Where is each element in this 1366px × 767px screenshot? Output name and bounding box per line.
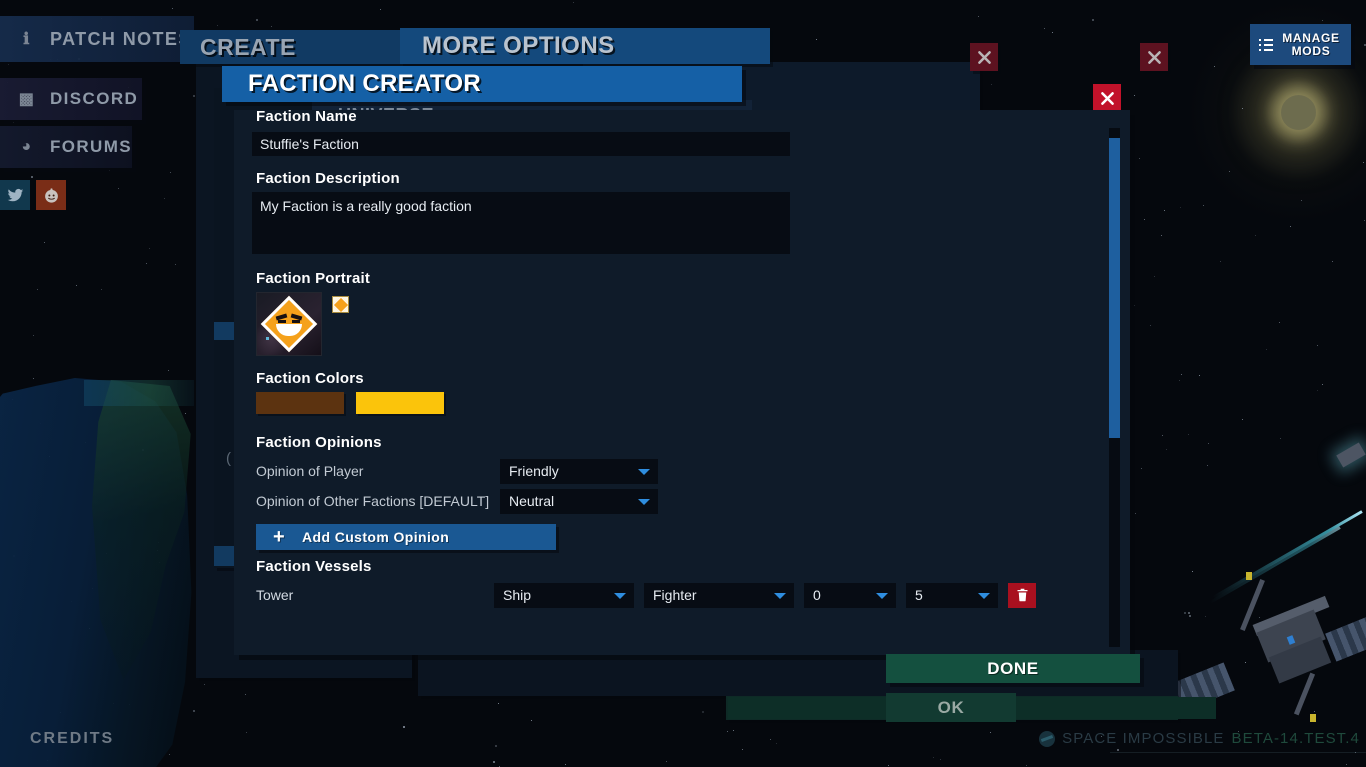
window-title-faction-creator[interactable]: FACTION CREATOR xyxy=(222,66,742,102)
dialog-scrollbar-thumb[interactable] xyxy=(1109,138,1120,438)
chevron-down-icon xyxy=(978,593,990,599)
faction-portrait-option[interactable] xyxy=(332,296,349,313)
menu-label-patch-notes: PATCH NOTES xyxy=(50,28,192,49)
faction-emblem-face xyxy=(271,306,307,342)
opinion-dropdown-player[interactable]: Friendly xyxy=(500,458,658,484)
game-logo-icon xyxy=(1039,730,1056,747)
opinion-value-other-factions: Neutral xyxy=(509,493,555,509)
vessel-type-value: Ship xyxy=(503,587,532,603)
version-divider xyxy=(1110,752,1366,753)
close-icon xyxy=(977,50,991,64)
vessel-name: Tower xyxy=(256,587,294,603)
station-light-lower xyxy=(1310,714,1316,722)
twitter-button[interactable] xyxy=(0,180,30,210)
faction-portrait-preview[interactable] xyxy=(256,292,322,356)
faction-portrait-row xyxy=(252,292,1112,356)
game-name: SPACE IMPOSSIBLE xyxy=(1062,730,1225,747)
add-custom-opinion-label: Add Custom Opinion xyxy=(302,529,450,545)
plus-icon: + xyxy=(272,525,286,548)
sun xyxy=(1281,95,1316,130)
info-icon: ℹ xyxy=(23,31,31,48)
vessel-row: Tower Ship Fighter 0 5 xyxy=(252,580,1112,610)
reddit-icon xyxy=(44,187,58,203)
planet-atmosphere-rim xyxy=(84,380,194,406)
ok-button[interactable]: OK xyxy=(886,693,1016,722)
vessel-class-value: Fighter xyxy=(653,587,697,603)
dialog-scrollbar-track[interactable] xyxy=(1109,128,1120,647)
label-faction-portrait: Faction Portrait xyxy=(256,270,371,287)
close-button-create[interactable] xyxy=(970,43,998,71)
opinion-row-other-factions: Opinion of Other Factions [DEFAULT] Neut… xyxy=(252,486,1112,516)
label-faction-opinions: Faction Opinions xyxy=(256,434,382,451)
faction-color-secondary[interactable] xyxy=(356,392,444,414)
forums-icon: ◕ xyxy=(21,138,33,155)
opinion-value-player: Friendly xyxy=(509,463,559,479)
chevron-down-icon xyxy=(774,593,786,599)
add-custom-opinion-button[interactable]: + Add Custom Opinion xyxy=(256,524,556,550)
vessel-max-value: 5 xyxy=(915,587,923,603)
label-faction-name: Faction Name xyxy=(256,110,357,125)
portrait-star-dot xyxy=(266,337,269,340)
solar-panel-right xyxy=(1325,604,1366,662)
vessel-class-dropdown[interactable]: Fighter xyxy=(644,582,794,608)
label-faction-description: Faction Description xyxy=(256,170,400,187)
opinion-label-other-factions: Opinion of Other Factions [DEFAULT] xyxy=(256,493,490,509)
chevron-down-icon xyxy=(614,593,626,599)
close-button-faction-creator[interactable] xyxy=(1093,84,1121,112)
game-build: BETA-14.TEST.4 xyxy=(1231,730,1360,747)
faction-color-primary[interactable] xyxy=(256,392,344,414)
emblem-mouth xyxy=(276,324,302,336)
manage-mods-button[interactable]: MANAGE MODS xyxy=(1250,24,1351,65)
manage-mods-line1: MANAGE xyxy=(1282,30,1340,45)
station-mast-lower xyxy=(1293,672,1316,716)
reddit-button[interactable] xyxy=(36,180,66,210)
close-button-more-options[interactable] xyxy=(1140,43,1168,71)
chevron-down-icon xyxy=(638,499,650,505)
vessel-min-dropdown[interactable]: 0 xyxy=(804,582,896,608)
opinion-row-player: Opinion of Player Friendly xyxy=(252,456,1112,486)
emblem-eye-right xyxy=(292,320,300,323)
discord-icon: ▩ xyxy=(18,91,36,108)
station-light-upper xyxy=(1246,572,1252,580)
window-title-more-options[interactable]: MORE OPTIONS xyxy=(400,28,770,64)
trash-icon xyxy=(1017,588,1027,602)
manage-mods-line2: MODS xyxy=(1291,43,1331,58)
vessel-type-dropdown[interactable]: Ship xyxy=(494,582,634,608)
emblem-eye-left xyxy=(278,320,286,323)
credits-button[interactable]: CREDITS xyxy=(30,730,114,748)
menu-label-discord: DISCORD xyxy=(50,89,139,108)
app-root: ℹ PATCH NOTES ▩ DISCORD ◕ FORUMS CREDITS… xyxy=(0,0,1366,767)
twitter-icon xyxy=(7,188,23,201)
close-icon xyxy=(1100,91,1114,105)
vessel-max-dropdown[interactable]: 5 xyxy=(906,582,998,608)
chevron-down-icon xyxy=(876,593,888,599)
vessel-min-value: 0 xyxy=(813,587,821,603)
list-icon xyxy=(1259,38,1273,51)
faction-description-input[interactable]: My Faction is a really good faction xyxy=(252,192,790,254)
menu-item-forums[interactable]: ◕ FORUMS xyxy=(0,126,132,168)
faction-colors-row xyxy=(252,392,1112,414)
version-footer: SPACE IMPOSSIBLE BETA-14.TEST.4 xyxy=(1039,730,1360,747)
done-button[interactable]: DONE xyxy=(886,654,1140,683)
vessel-delete-button[interactable] xyxy=(1008,582,1036,608)
comet xyxy=(1190,440,1366,604)
menu-item-discord[interactable]: ▩ DISCORD xyxy=(0,78,142,120)
opinion-dropdown-other-factions[interactable]: Neutral xyxy=(500,488,658,514)
chevron-down-icon xyxy=(638,469,650,475)
label-faction-colors: Faction Colors xyxy=(256,370,364,387)
opinion-label-player: Opinion of Player xyxy=(256,463,364,479)
manage-mods-label: MANAGE MODS xyxy=(1281,30,1341,58)
menu-item-patch-notes[interactable]: ℹ PATCH NOTES xyxy=(0,16,194,62)
faction-creator-dialog: Faction Name Stuffie's Faction Faction D… xyxy=(234,110,1130,655)
close-icon xyxy=(1147,50,1161,64)
portrait-option-emblem-icon xyxy=(333,297,348,312)
menu-label-forums: FORUMS xyxy=(49,137,132,156)
faction-creator-body: Faction Name Stuffie's Faction Faction D… xyxy=(234,110,1130,655)
background-text-2: ( xyxy=(226,450,231,467)
faction-name-input[interactable]: Stuffie's Faction xyxy=(252,132,790,156)
label-faction-vessels: Faction Vessels xyxy=(256,558,372,575)
